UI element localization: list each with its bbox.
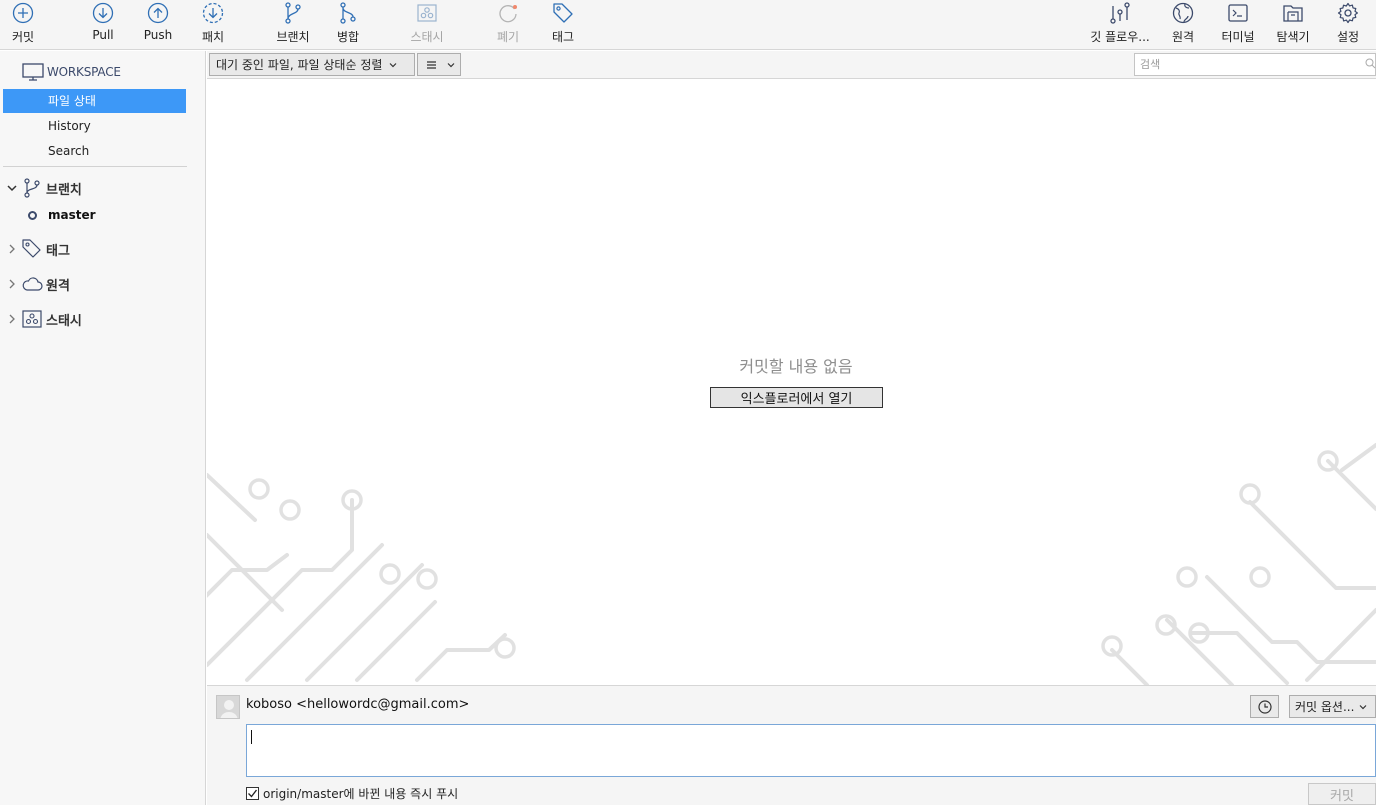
push-label: Push (143, 28, 173, 42)
push-immediately-checkbox[interactable]: origin/master에 바뀐 내용 즉시 푸시 (246, 785, 458, 802)
merge-icon (340, 2, 356, 24)
pull-button[interactable]: Pull (83, 0, 123, 50)
sidebar-group-tags[interactable]: 태그 (0, 237, 70, 261)
terminal-label: 터미널 (1221, 30, 1255, 44)
search-input[interactable] (1134, 53, 1376, 76)
settings-button[interactable]: 설정 (1328, 0, 1368, 50)
sidebar: WORKSPACE 파일 상태 History Search 브랜치 maste… (0, 51, 206, 805)
git-flow-label: 깃 플로우... (1090, 30, 1150, 44)
explorer-label: 탐색기 (1276, 30, 1310, 44)
discard-label: 폐기 (496, 30, 520, 44)
sort-dropdown[interactable]: 대기 중인 파일, 파일 상태순 정렬 (209, 53, 415, 76)
sidebar-divider (3, 166, 187, 167)
chevron-right-icon (9, 314, 15, 324)
workspace-header: WORKSPACE (22, 63, 121, 81)
sidebar-group-remotes-label: 원격 (46, 278, 70, 294)
commit-message-input[interactable] (246, 724, 1376, 777)
branch-label: 브랜치 (276, 30, 310, 44)
text-caret (251, 730, 252, 744)
terminal-button[interactable]: 터미널 (1216, 0, 1260, 50)
arrow-up-circle-icon (147, 2, 169, 24)
main-toolbar: 커밋 Pull Push 패치 브랜치 병합 스태시 폐기 태그 깃 플로우..… (0, 0, 1376, 50)
sidebar-group-stashes-label: 스태시 (46, 313, 82, 329)
branch-item-label: master (48, 208, 96, 222)
file-filter-bar: 대기 중인 파일, 파일 상태순 정렬 (207, 51, 1376, 79)
sidebar-item-file-status[interactable]: 파일 상태 (3, 89, 186, 113)
push-button[interactable]: Push (138, 0, 178, 50)
chevron-right-icon (9, 244, 15, 254)
cloud-icon (22, 277, 43, 291)
chevron-down-icon (447, 62, 455, 67)
tag-icon (553, 3, 573, 23)
sidebar-item-history[interactable]: History (3, 114, 186, 138)
push-immediately-label: origin/master에 바뀐 내용 즉시 푸시 (263, 787, 459, 801)
sidebar-group-branches[interactable]: 브랜치 (0, 176, 82, 200)
chevron-down-icon (389, 62, 397, 67)
sidebar-group-branches-label: 브랜치 (46, 182, 82, 198)
branch-icon (24, 178, 40, 198)
commit-options-label: 커밋 옵션... (1295, 700, 1355, 714)
open-in-explorer-button[interactable]: 익스플로러에서 열기 (710, 387, 883, 408)
commit-toolbar-button[interactable]: 커밋 (3, 0, 43, 50)
gear-icon (1337, 2, 1358, 24)
arrow-down-circle-icon (92, 2, 114, 24)
pull-label: Pull (92, 28, 114, 42)
file-status-pane: 커밋할 내용 없음 익스플로러에서 열기 (207, 80, 1376, 685)
folder-icon (1283, 5, 1303, 22)
commit-history-button[interactable] (1250, 695, 1279, 718)
fetch-button[interactable]: 패치 (193, 0, 233, 50)
merge-button[interactable]: 병합 (328, 0, 368, 50)
git-flow-button[interactable]: 깃 플로우... (1088, 0, 1152, 50)
commit-panel: koboso <hellowordc@gmail.com> 커밋 옵션... o… (207, 685, 1376, 805)
checkmark-icon (248, 789, 258, 798)
chevron-right-icon (9, 279, 15, 289)
sidebar-group-tags-label: 태그 (46, 243, 70, 259)
list-icon (427, 60, 436, 69)
current-branch-dot-icon (28, 210, 37, 220)
monitor-icon (22, 63, 44, 81)
sidebar-group-stashes[interactable]: 스태시 (0, 307, 82, 331)
explorer-button[interactable]: 탐색기 (1271, 0, 1315, 50)
globe-icon (1172, 2, 1194, 24)
circuit-background-icon (207, 443, 1376, 685)
sidebar-group-remotes[interactable]: 원격 (0, 272, 70, 296)
stash-icon (417, 4, 437, 22)
chevron-down-icon (7, 185, 17, 192)
clock-icon (1257, 699, 1272, 714)
checkbox-box[interactable] (246, 787, 259, 800)
remote-button[interactable]: 원격 (1163, 0, 1203, 50)
git-flow-icon (1110, 2, 1130, 24)
discard-button[interactable]: 폐기 (488, 0, 528, 50)
plus-circle-icon (12, 2, 34, 24)
commit-author: koboso <hellowordc@gmail.com> (246, 697, 470, 712)
discard-icon (499, 5, 517, 23)
stash-icon (22, 310, 42, 328)
merge-label: 병합 (336, 30, 360, 44)
user-avatar-icon (220, 700, 238, 718)
fetch-label: 패치 (201, 30, 225, 44)
search-icon (1365, 58, 1376, 69)
empty-state-message: 커밋할 내용 없음 (739, 357, 853, 376)
tag-icon (22, 239, 41, 258)
tag-button[interactable]: 태그 (543, 0, 583, 50)
commit-options-dropdown[interactable]: 커밋 옵션... (1289, 695, 1376, 718)
terminal-icon (1228, 4, 1248, 22)
stash-label: 스태시 (410, 30, 444, 44)
avatar (216, 695, 240, 719)
remote-label: 원격 (1171, 30, 1195, 44)
view-mode-dropdown[interactable] (417, 53, 461, 76)
workspace-title: WORKSPACE (47, 65, 121, 79)
branch-button[interactable]: 브랜치 (271, 0, 315, 50)
settings-label: 설정 (1336, 30, 1360, 44)
tag-label: 태그 (551, 30, 575, 44)
stash-button[interactable]: 스태시 (405, 0, 449, 50)
sidebar-item-search[interactable]: Search (3, 139, 186, 163)
commit-button[interactable]: 커밋 (1308, 783, 1376, 805)
branch-item-master[interactable]: master (28, 208, 96, 222)
fetch-icon (202, 2, 224, 24)
sort-dropdown-value: 대기 중인 파일, 파일 상태순 정렬 (216, 58, 383, 72)
branch-icon (285, 2, 301, 24)
commit-toolbar-label: 커밋 (11, 30, 35, 44)
chevron-down-icon (1359, 704, 1367, 709)
